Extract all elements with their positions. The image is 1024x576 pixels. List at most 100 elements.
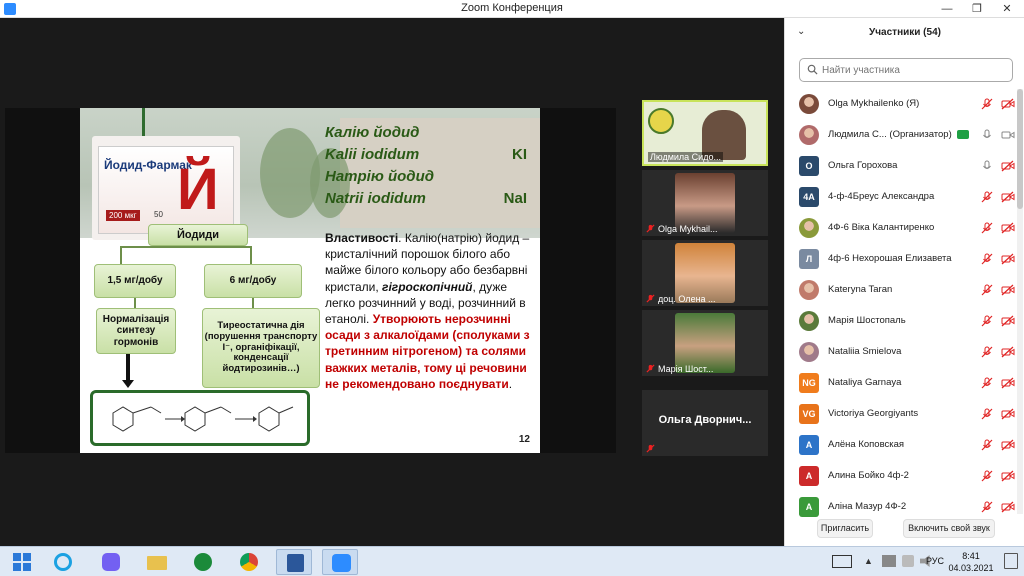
mic-muted-icon[interactable] xyxy=(981,501,993,513)
tray-app-icon[interactable] xyxy=(882,555,896,567)
participant-row[interactable]: А Алёна Коповская xyxy=(785,430,1017,460)
video-off-icon[interactable] xyxy=(1001,253,1015,265)
video-off-icon[interactable] xyxy=(1001,284,1015,296)
video-off-icon[interactable] xyxy=(1001,98,1015,110)
participant-name: Марія Шостопаль xyxy=(828,315,906,326)
participant-row[interactable]: Olga Mykhailenko (Я) xyxy=(785,89,1017,119)
mic-muted-icon[interactable] xyxy=(981,377,993,389)
participant-name: Людмила С... (Организатор) xyxy=(828,129,952,140)
windows-logo-icon xyxy=(13,553,31,571)
participant-row[interactable]: Nataliia Smielova xyxy=(785,337,1017,367)
tray-chevron-icon[interactable]: ▲ xyxy=(864,556,873,566)
taskbar-chrome[interactable] xyxy=(230,549,266,575)
notification-icon[interactable] xyxy=(1004,553,1018,569)
close-button[interactable]: ✕ xyxy=(992,0,1022,18)
taskbar-ie[interactable] xyxy=(44,549,80,575)
video-off-icon[interactable] xyxy=(1001,408,1015,420)
taskbar-word[interactable] xyxy=(276,549,312,575)
participant-avatar xyxy=(799,94,819,114)
video-tile[interactable]: Ольга Дворнич... xyxy=(642,390,768,456)
diagram-right-dose: 6 мг/добу xyxy=(204,264,302,298)
mic-muted-icon[interactable] xyxy=(981,284,993,296)
participant-avatar: А xyxy=(799,435,819,455)
participant-name: 4Ф-6 Віка Калантиренко xyxy=(828,222,935,233)
taskbar-app[interactable] xyxy=(184,549,220,575)
participant-row[interactable]: VG Victoriya Georgiyants xyxy=(785,399,1017,429)
participant-row[interactable]: Л 4ф-6 Нехорошая Елизавета xyxy=(785,244,1017,274)
participants-panel: ⌄ Участники (54) Olga Mykhailenko (Я) Люд… xyxy=(784,18,1024,546)
connector xyxy=(120,246,122,264)
mic-muted-icon[interactable] xyxy=(981,408,993,420)
taskbar-viber[interactable] xyxy=(92,549,128,575)
participant-search[interactable] xyxy=(799,58,1013,82)
mic-muted-icon[interactable] xyxy=(981,253,993,265)
clock-time: 8:41 xyxy=(962,551,980,561)
taskbar-zoom[interactable] xyxy=(322,549,358,575)
taskbar-explorer[interactable] xyxy=(138,549,174,575)
mic-muted-icon[interactable] xyxy=(981,222,993,234)
video-off-icon[interactable] xyxy=(1001,470,1015,482)
participant-list-scrollbar[interactable] xyxy=(1017,89,1023,514)
scrollbar-thumb[interactable] xyxy=(1017,89,1023,209)
logo-emblem xyxy=(648,108,674,134)
participant-row[interactable]: 4A 4-ф-4Бреус Александра xyxy=(785,182,1017,212)
video-tile[interactable]: Марія Шост... xyxy=(642,310,768,376)
diagram-left-dose: 1,5 мг/добу xyxy=(94,264,176,298)
video-on-icon[interactable] xyxy=(1001,129,1015,141)
title-line: Калію йодид xyxy=(325,124,420,141)
video-off-icon[interactable] xyxy=(1001,439,1015,451)
mic-muted-icon[interactable] xyxy=(981,191,993,203)
mic-on-icon[interactable] xyxy=(981,129,993,141)
app-icon xyxy=(194,553,212,571)
search-icon xyxy=(807,64,818,75)
participant-row[interactable]: О Ольга Горохова xyxy=(785,151,1017,181)
mic-on-icon[interactable] xyxy=(981,160,993,172)
clock-date: 04.03.2021 xyxy=(948,563,994,573)
zoom-icon xyxy=(332,554,351,572)
participant-name: Nataliya Garnaya xyxy=(828,377,902,388)
video-off-icon[interactable] xyxy=(1001,501,1015,513)
mic-muted-icon xyxy=(646,364,655,373)
thyroid-synthesis-scheme xyxy=(112,406,294,432)
mic-muted-icon[interactable] xyxy=(981,346,993,358)
search-input[interactable] xyxy=(822,62,1007,78)
start-button[interactable] xyxy=(4,549,40,575)
participant-name: 4-ф-4Бреус Александра xyxy=(828,191,935,202)
arrow-down-icon xyxy=(122,380,134,388)
mic-muted-icon[interactable] xyxy=(981,470,993,482)
connector xyxy=(250,246,252,264)
restore-button[interactable]: ❐ xyxy=(962,0,992,18)
invite-button[interactable]: Пригласить xyxy=(817,519,873,538)
video-off-icon[interactable] xyxy=(1001,160,1015,172)
minimize-button[interactable]: — xyxy=(932,0,962,18)
slide-right-margin xyxy=(540,108,616,453)
slide-title-block: Калію йодид Kalii iodidum KI Натрію йодид… xyxy=(325,122,535,210)
video-off-icon[interactable] xyxy=(1001,377,1015,389)
keyboard-icon[interactable] xyxy=(832,555,852,568)
participant-row[interactable]: Kateryna Taran xyxy=(785,275,1017,305)
participant-row[interactable]: Людмила С... (Организатор) xyxy=(785,120,1017,150)
video-tile[interactable]: Людмила Сидо... xyxy=(642,100,768,166)
mic-muted-icon[interactable] xyxy=(981,98,993,110)
video-tile[interactable]: Olga Mykhail... xyxy=(642,170,768,236)
video-off-icon[interactable] xyxy=(1001,315,1015,327)
participant-row[interactable]: NG Nataliya Garnaya xyxy=(785,368,1017,398)
tile-name: доц. Олена ... xyxy=(658,294,716,304)
video-off-icon[interactable] xyxy=(1001,191,1015,203)
participant-row[interactable]: 4Ф-6 Віка Калантиренко xyxy=(785,213,1017,243)
mic-muted-icon[interactable] xyxy=(981,439,993,451)
video-off-icon[interactable] xyxy=(1001,346,1015,358)
system-clock[interactable]: 8:41 04.03.2021 xyxy=(946,550,996,574)
video-off-icon[interactable] xyxy=(1001,222,1015,234)
tray-network-icon[interactable] xyxy=(902,555,914,567)
connector xyxy=(134,298,136,308)
chrome-icon xyxy=(240,553,258,571)
input-language[interactable]: РУС xyxy=(926,556,944,566)
participant-row[interactable]: Марія Шостопаль xyxy=(785,306,1017,336)
unmute-self-button[interactable]: Включить свой звук xyxy=(903,519,995,538)
video-tile[interactable]: доц. Олена ... xyxy=(642,240,768,306)
word-icon xyxy=(287,554,304,572)
participant-row[interactable]: А Алина Бойко 4ф-2 xyxy=(785,461,1017,491)
mic-muted-icon[interactable] xyxy=(981,315,993,327)
diagram-root: Йодиди xyxy=(148,224,248,246)
